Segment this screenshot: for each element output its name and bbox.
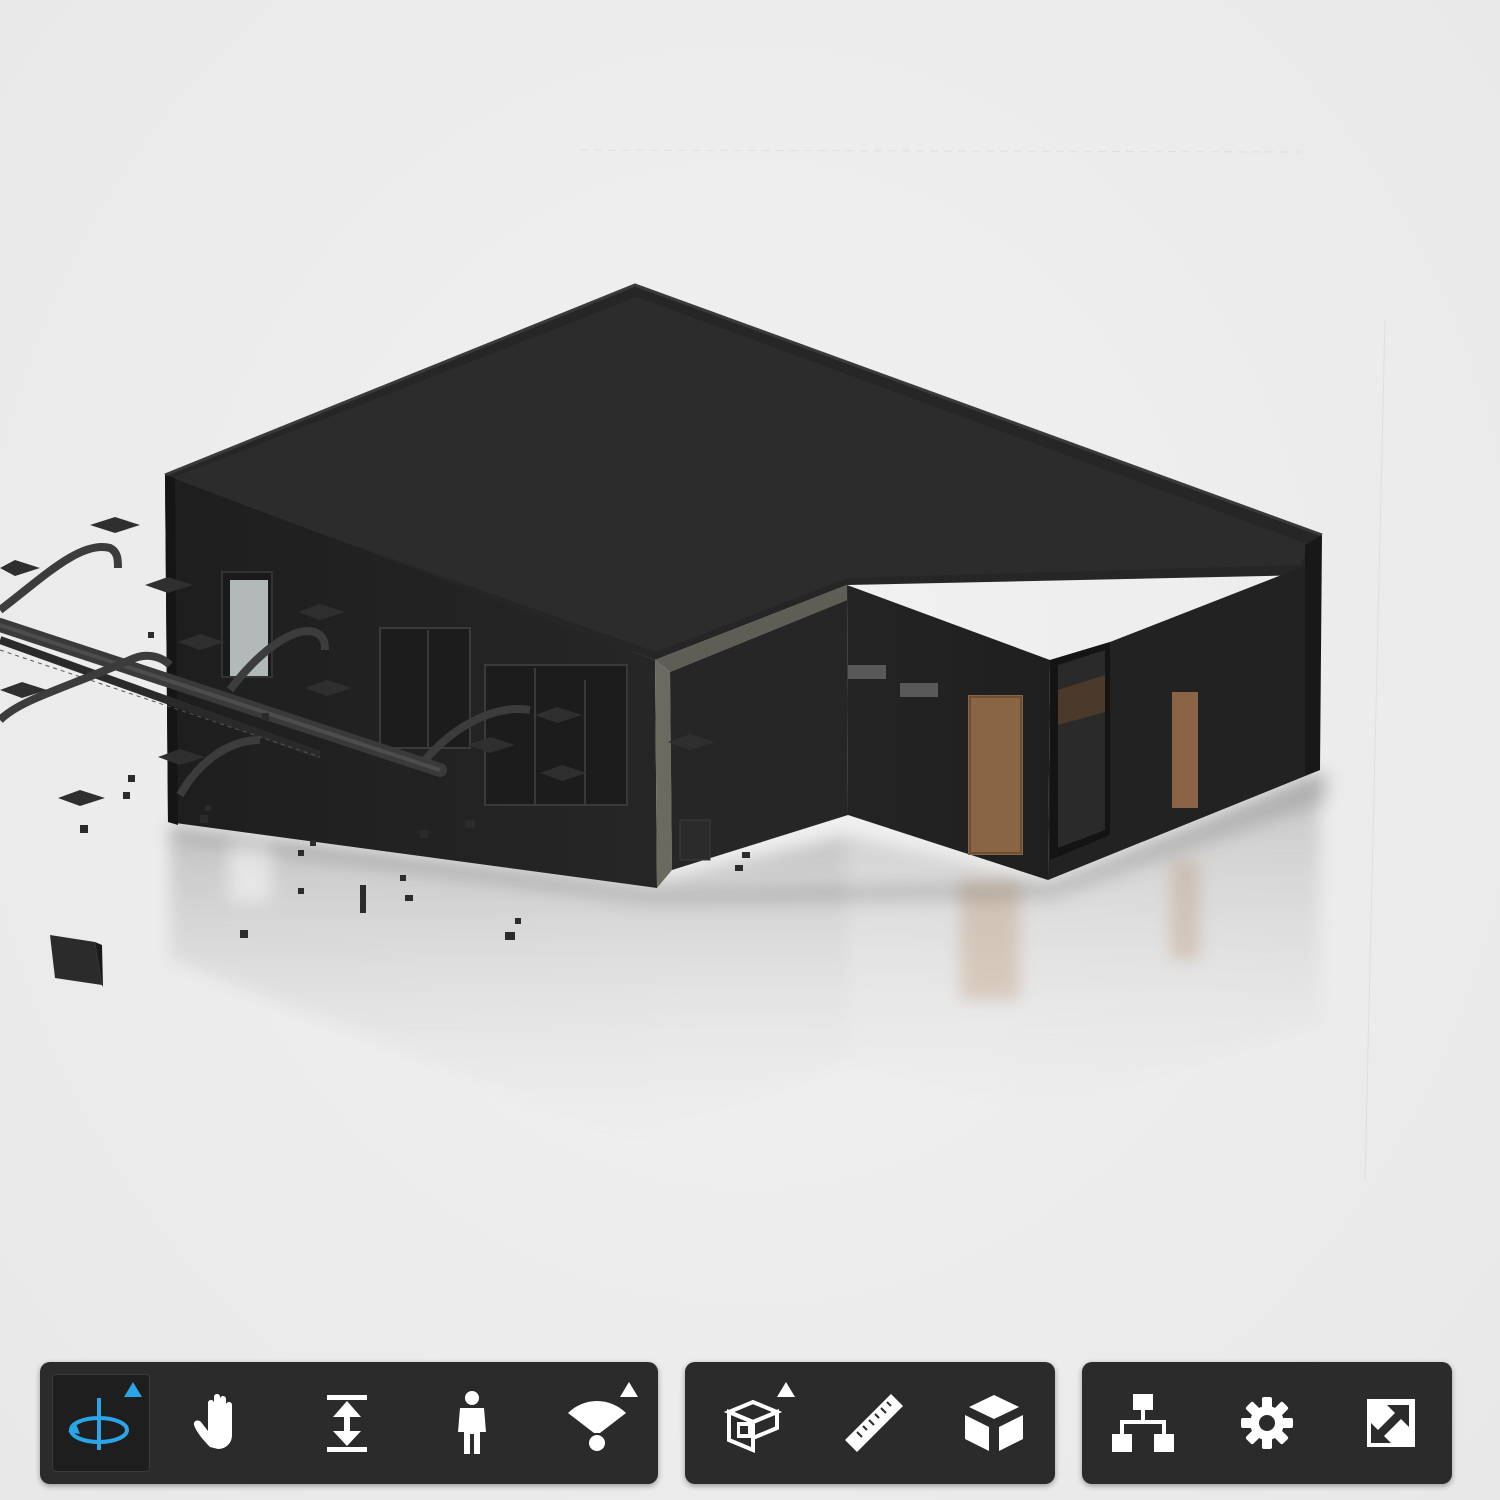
flyout-indicator-icon (777, 1382, 795, 1397)
3d-viewport[interactable] (0, 0, 1500, 1500)
hand-icon (193, 1394, 232, 1449)
section-analysis-button[interactable] (705, 1374, 803, 1472)
section-analysis-icon (723, 1399, 783, 1453)
camera-interactions-icon (568, 1401, 626, 1451)
explode-cube-icon (965, 1395, 1023, 1451)
fullscreen-icon (1367, 1399, 1415, 1447)
navigation-toolbar (40, 1362, 658, 1484)
gear-icon (1241, 1397, 1293, 1449)
settings-button[interactable] (1218, 1374, 1316, 1472)
explode-model-button[interactable] (945, 1374, 1043, 1472)
model-browser-button[interactable] (1094, 1374, 1192, 1472)
ruler-icon (845, 1394, 903, 1452)
flyout-indicator-icon (124, 1382, 142, 1397)
pan-button[interactable] (173, 1374, 271, 1472)
first-person-button[interactable] (423, 1374, 521, 1472)
window (484, 664, 628, 806)
zoom-button[interactable] (298, 1374, 396, 1472)
camera-interactions-button[interactable] (548, 1374, 646, 1472)
orbit-button[interactable] (52, 1374, 150, 1472)
zoom-arrows-icon (327, 1395, 367, 1452)
person-icon (458, 1391, 486, 1454)
wooden-door (1172, 692, 1198, 808)
orbit-icon (68, 1398, 129, 1450)
model-tools-toolbar (685, 1362, 1055, 1484)
structure-tree-icon (1112, 1394, 1174, 1452)
wooden-door (968, 695, 1023, 855)
settings-toolbar (1082, 1362, 1452, 1484)
building-model[interactable] (0, 0, 1500, 1340)
measure-button[interactable] (825, 1374, 923, 1472)
flyout-indicator-icon (620, 1382, 638, 1397)
full-screen-button[interactable] (1342, 1374, 1440, 1472)
